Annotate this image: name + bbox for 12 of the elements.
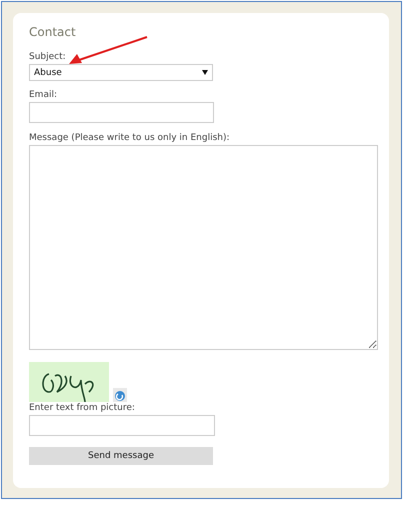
subject-dropdown[interactable]: Abuse	[29, 64, 213, 81]
send-button[interactable]: Send message	[29, 447, 213, 465]
form-title: Contact	[29, 25, 76, 39]
message-field[interactable]	[29, 145, 378, 350]
field-label: Email:	[29, 90, 58, 100]
refresh-icon[interactable]	[113, 388, 127, 402]
field-label: Subject:	[29, 52, 66, 62]
captcha-field[interactable]	[29, 415, 215, 436]
field-label: Message (Please write to us only in English):	[29, 133, 230, 143]
email-field[interactable]	[29, 102, 214, 123]
caret-icon	[202, 70, 208, 75]
field-label: Enter text from picture:	[29, 403, 135, 413]
